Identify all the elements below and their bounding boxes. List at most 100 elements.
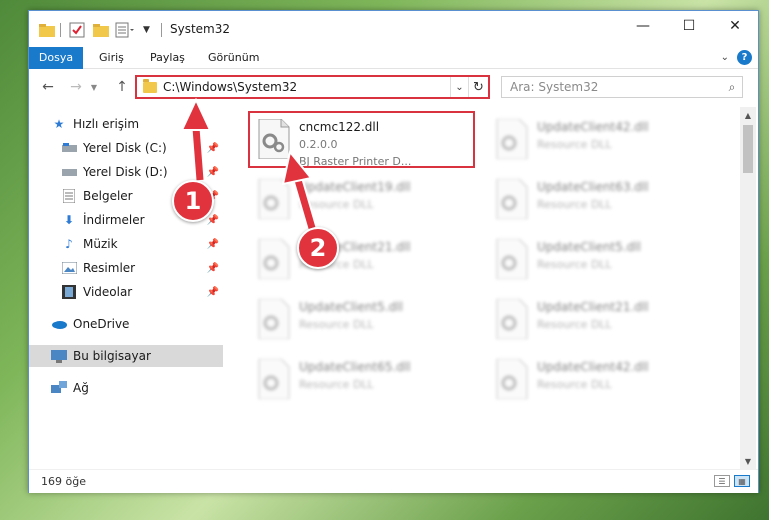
sidebar-item-label: Hızlı erişim [73, 117, 140, 131]
file-item[interactable]: UpdateClient42.dll Resource DLL [487, 353, 711, 407]
file-name: UpdateClient5.dll [537, 240, 641, 254]
file-name: UpdateClient5.dll [299, 300, 403, 314]
sidebar-item-label: Yerel Disk (C:) [83, 141, 167, 155]
dll-file-icon [495, 238, 529, 280]
recent-locations-icon[interactable]: ▼ [89, 78, 99, 96]
chevron-down-icon[interactable]: ⌄ [450, 77, 468, 97]
new-folder-icon[interactable] [93, 21, 109, 39]
dll-file-icon [495, 178, 529, 220]
file-highlight-frame [248, 111, 475, 168]
folder-icon[interactable] [39, 21, 55, 39]
file-description: Resource DLL [299, 198, 374, 211]
search-box[interactable]: Ara: System32 ⌕ [501, 76, 743, 98]
sidebar-item-label: OneDrive [73, 317, 130, 331]
chevron-down-icon[interactable]: ▼ [143, 21, 150, 39]
refresh-icon[interactable]: ↻ [468, 77, 488, 97]
file-item[interactable]: UpdateClient21.dll Resource DLL [249, 233, 473, 287]
forward-arrow-icon[interactable]: → [67, 78, 85, 96]
sidebar-item-label: Müzik [83, 237, 118, 251]
file-description: Resource DLL [537, 138, 612, 151]
pin-icon[interactable]: 📌 [207, 215, 219, 226]
drive-icon [61, 141, 77, 155]
window-controls: — ☐ ✕ [620, 11, 758, 41]
download-icon: ⬇ [63, 213, 75, 227]
minimize-button[interactable]: — [620, 11, 666, 41]
step-2-badge: 2 [297, 227, 339, 269]
file-item[interactable]: UpdateClient21.dll Resource DLL [487, 293, 711, 347]
close-button[interactable]: ✕ [712, 11, 758, 41]
vertical-scrollbar[interactable]: ▲ ▼ [740, 107, 756, 469]
search-icon[interactable]: ⌕ [722, 80, 742, 95]
navigation-pane: ★ Hızlı erişim Yerel Disk (C:) 📌 Yerel D… [29, 107, 223, 467]
properties-check-icon[interactable] [69, 21, 85, 39]
title-bar: ▼ System32 — ☐ ✕ [29, 11, 758, 47]
sidebar-item-network[interactable]: Ağ [29, 377, 223, 399]
network-icon [51, 381, 67, 395]
search-input[interactable]: Ara: System32 [510, 80, 722, 94]
sidebar-item-label: Videolar [83, 285, 133, 299]
pin-icon[interactable]: 📌 [207, 263, 219, 274]
scroll-thumb[interactable] [743, 125, 753, 173]
pin-icon[interactable]: 📌 [207, 143, 219, 154]
tab-home[interactable]: Giriş [99, 47, 124, 69]
scroll-down-icon[interactable]: ▼ [740, 453, 756, 469]
step-1-badge: 1 [172, 180, 214, 222]
tab-view[interactable]: Görünüm [208, 47, 259, 69]
folder-icon [143, 78, 157, 93]
file-name: UpdateClient65.dll [299, 360, 411, 374]
sidebar-item-label: İndirmeler [83, 213, 145, 227]
file-item[interactable]: UpdateClient63.dll Resource DLL [487, 173, 711, 227]
details-view-icon[interactable]: ☰ [714, 475, 730, 487]
file-item[interactable]: UpdateClient42.dll Resource DLL [487, 113, 711, 167]
pin-icon[interactable]: 📌 [207, 239, 219, 250]
help-icon[interactable]: ? [737, 50, 752, 65]
navigation-bar: ← → ▼ ↑ C:\Windows\System32 ⌄ ↻ Ara: Sys… [29, 69, 758, 107]
file-name: UpdateClient21.dll [537, 300, 649, 314]
file-description: Resource DLL [299, 318, 374, 331]
file-list: cncmc122.dll 0.2.0.0 BJ Raster Printer D… [241, 107, 754, 467]
tab-file[interactable]: Dosya [29, 47, 83, 69]
file-name: UpdateClient42.dll [537, 360, 649, 374]
sidebar-item-pictures[interactable]: Resimler 📌 [29, 257, 223, 279]
pin-icon[interactable]: 📌 [207, 167, 219, 178]
scroll-up-icon[interactable]: ▲ [740, 107, 756, 123]
separator [60, 23, 61, 37]
pictures-icon [61, 261, 77, 275]
sidebar-item-onedrive[interactable]: OneDrive [29, 313, 223, 335]
sidebar-item-label: Ağ [73, 381, 89, 395]
dll-file-icon [257, 358, 291, 400]
sidebar-item-videos[interactable]: Videolar 📌 [29, 281, 223, 303]
file-description: Resource DLL [537, 258, 612, 271]
file-item[interactable]: UpdateClient5.dll Resource DLL [487, 233, 711, 287]
address-bar[interactable]: C:\Windows\System32 ⌄ ↻ [135, 75, 490, 99]
up-arrow-icon[interactable]: ↑ [113, 78, 131, 96]
file-description: Resource DLL [537, 378, 612, 391]
dll-file-icon [495, 358, 529, 400]
file-item[interactable]: UpdateClient19.dll Resource DLL [249, 173, 473, 227]
file-item[interactable]: UpdateClient65.dll Resource DLL [249, 353, 473, 407]
customize-icon[interactable] [115, 21, 135, 39]
sidebar-item-music[interactable]: ♪ Müzik 📌 [29, 233, 223, 255]
sidebar-item-label: Belgeler [83, 189, 133, 203]
expand-ribbon-icon[interactable]: ⌄ [721, 52, 729, 63]
back-arrow-icon[interactable]: ← [39, 78, 57, 96]
cloud-icon [51, 317, 67, 331]
star-icon: ★ [53, 117, 65, 131]
file-name: UpdateClient19.dll [299, 180, 411, 194]
file-item[interactable]: UpdateClient5.dll Resource DLL [249, 293, 473, 347]
ribbon-right: ⌄ ? [721, 50, 752, 65]
tiles-view-icon[interactable]: ▦ [734, 475, 750, 487]
dll-file-icon [257, 178, 291, 220]
maximize-button[interactable]: ☐ [666, 11, 712, 41]
sidebar-item-local-disk-c[interactable]: Yerel Disk (C:) 📌 [29, 137, 223, 159]
file-description: Resource DLL [537, 318, 612, 331]
dll-file-icon [495, 298, 529, 340]
address-path[interactable]: C:\Windows\System32 [163, 80, 450, 94]
file-description: Resource DLL [299, 378, 374, 391]
sidebar-item-this-pc[interactable]: Bu bilgisayar [29, 345, 223, 367]
file-name: UpdateClient63.dll [537, 180, 649, 194]
dll-file-icon [257, 238, 291, 280]
sidebar-item-quick-access[interactable]: ★ Hızlı erişim [29, 113, 223, 135]
pin-icon[interactable]: 📌 [207, 287, 219, 298]
tab-share[interactable]: Paylaş [150, 47, 185, 69]
